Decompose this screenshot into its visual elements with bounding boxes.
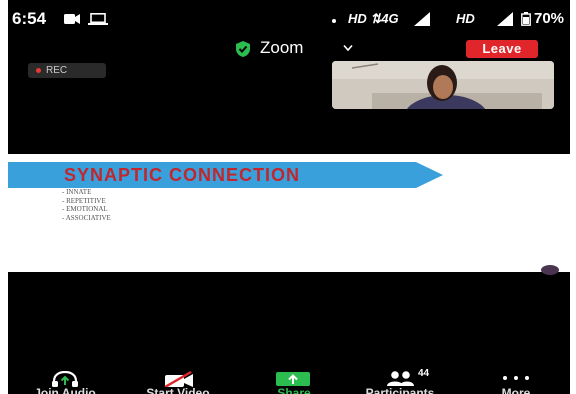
- battery-percent: 70%: [534, 10, 565, 27]
- status-time: 6:54: [12, 9, 47, 28]
- participants-button[interactable]: 44 Participants: [348, 362, 452, 394]
- more-button[interactable]: More: [478, 362, 554, 394]
- meeting-title[interactable]: Zoom: [260, 38, 303, 58]
- recording-badge[interactable]: REC: [28, 63, 106, 78]
- notification-dot-icon: [332, 19, 336, 23]
- participants-label: Participants: [365, 386, 435, 394]
- video-off-icon: [164, 371, 193, 387]
- phone-screen: 6:54 HD ⇅4G HD 70% Zoom Leave REC SYNAPT…: [8, 0, 570, 394]
- video-camera-icon: [64, 14, 80, 24]
- leave-button[interactable]: Leave: [466, 40, 538, 58]
- start-video-label: Start Video: [146, 386, 210, 394]
- meeting-toolbar: Join Audio Start Video Share 44 Particip…: [8, 362, 570, 394]
- share-button[interactable]: Share: [256, 362, 332, 394]
- slide-bullet: - EMOTIONAL: [62, 205, 108, 213]
- share-label: Share: [277, 386, 311, 394]
- slide-title: SYNAPTIC CONNECTION: [64, 165, 301, 185]
- battery-icon: [521, 12, 531, 26]
- network-indicator-right: HD: [456, 11, 475, 26]
- headphones-icon: [52, 371, 78, 387]
- laptop-icon: [88, 13, 108, 25]
- slide-bullet: - ASSOCIATIVE: [62, 213, 111, 222]
- participants-count: 44: [418, 368, 430, 379]
- signal-icon: [497, 12, 513, 26]
- more-label: More: [501, 386, 531, 394]
- slide-logo-dot: [541, 265, 559, 275]
- join-audio-button[interactable]: Join Audio: [14, 362, 116, 394]
- slide-bullet: - INNATE: [62, 188, 92, 196]
- network-indicator-left: HD ⇅4G: [348, 11, 399, 26]
- more-dots-icon: [503, 376, 529, 380]
- participants-icon: [387, 371, 414, 386]
- signal-icon: [414, 12, 430, 26]
- chevron-down-icon[interactable]: [343, 44, 353, 52]
- shield-check-icon[interactable]: [234, 40, 252, 58]
- shared-screen-slide: SYNAPTIC CONNECTION - INNATE - REPETITIV…: [8, 154, 570, 275]
- slide-bullet-list: - INNATE - REPETITIVE - EMOTIONAL - ASSO…: [62, 188, 111, 222]
- recording-label: REC: [46, 65, 68, 76]
- participant-video-image: [332, 61, 554, 109]
- join-audio-label: Join Audio: [34, 386, 96, 394]
- share-arrow-icon: [276, 372, 310, 386]
- self-video-thumbnail[interactable]: [332, 61, 554, 109]
- slide-bullet: - REPETITIVE: [62, 196, 106, 205]
- status-bar: 6:54 HD ⇅4G HD 70%: [8, 0, 570, 36]
- start-video-button[interactable]: Start Video: [126, 362, 230, 394]
- record-dot-icon: [36, 68, 41, 73]
